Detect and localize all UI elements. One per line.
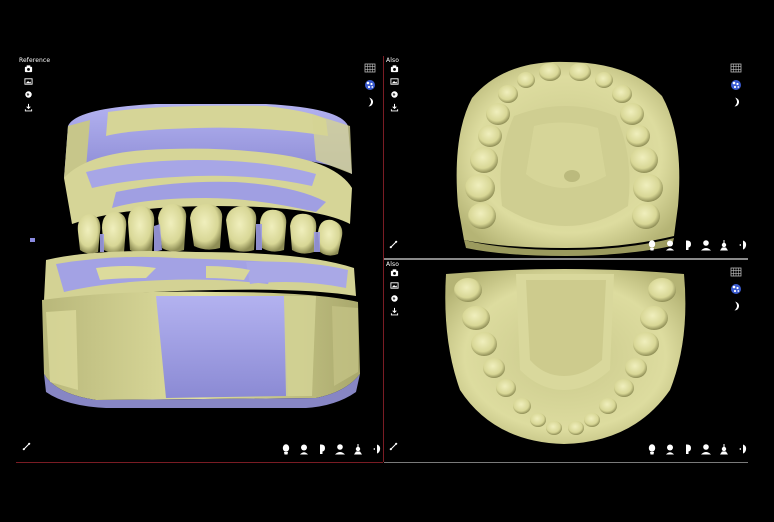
- face-bottom-view-icon[interactable]: [718, 443, 730, 455]
- image-icon[interactable]: [24, 77, 33, 86]
- grid-icon[interactable]: [730, 62, 742, 74]
- face-left-view-icon[interactable]: [298, 443, 310, 455]
- download-icon[interactable]: [390, 307, 399, 316]
- viewport-label-upper: Also: [386, 57, 399, 64]
- viewport-upper-arch[interactable]: [384, 56, 748, 258]
- face-left-view-icon[interactable]: [664, 239, 676, 251]
- globe-icon[interactable]: [390, 90, 399, 99]
- left-toolbar-main: [24, 64, 33, 112]
- face-bottom-view-icon[interactable]: [718, 239, 730, 251]
- viewport-lower-arch[interactable]: [384, 260, 748, 462]
- viewport-label-reference: Reference: [19, 57, 51, 64]
- download-icon[interactable]: [24, 103, 33, 112]
- face-front-view-icon[interactable]: [646, 443, 658, 455]
- view-bar-main: [280, 443, 382, 455]
- face-bottom-view-icon[interactable]: [352, 443, 364, 455]
- right-toolbar-upper: [730, 62, 742, 108]
- face-side-view-icon[interactable]: [370, 443, 382, 455]
- texture-icon[interactable]: [364, 79, 376, 91]
- face-back-view-icon[interactable]: [334, 443, 346, 455]
- image-icon[interactable]: [390, 77, 399, 86]
- right-toolbar-lower: [730, 266, 742, 312]
- camera-icon[interactable]: [390, 64, 399, 73]
- viewport-border-main-bottom: [16, 462, 383, 463]
- face-front-view-icon[interactable]: [280, 443, 292, 455]
- face-right-view-icon[interactable]: [316, 443, 328, 455]
- globe-icon[interactable]: [390, 294, 399, 303]
- face-right-view-icon[interactable]: [682, 443, 694, 455]
- left-toolbar-lower: [390, 268, 399, 316]
- dental-model-upper-arch[interactable]: [384, 56, 748, 258]
- face-right-view-icon[interactable]: [682, 239, 694, 251]
- viewport-label-lower: Also: [386, 261, 399, 268]
- jaw-icon[interactable]: [730, 96, 742, 108]
- grid-icon[interactable]: [730, 266, 742, 278]
- measure-tool-icon[interactable]: [389, 240, 398, 249]
- face-side-view-icon[interactable]: [736, 239, 748, 251]
- view-bar-upper: [646, 239, 748, 251]
- globe-icon[interactable]: [24, 90, 33, 99]
- right-toolbar-main: [364, 62, 376, 108]
- jaw-icon[interactable]: [364, 96, 376, 108]
- viewport-border-lower-bottom: [384, 462, 748, 463]
- camera-icon[interactable]: [390, 268, 399, 277]
- measure-tool-icon[interactable]: [389, 442, 398, 451]
- download-icon[interactable]: [390, 103, 399, 112]
- viewport-reference[interactable]: [16, 56, 382, 462]
- viewport-divider-horizontal: [384, 258, 748, 260]
- face-back-view-icon[interactable]: [700, 239, 712, 251]
- dental-model-front-view[interactable]: [16, 56, 382, 462]
- face-front-view-icon[interactable]: [646, 239, 658, 251]
- face-back-view-icon[interactable]: [700, 443, 712, 455]
- view-bar-lower: [646, 443, 748, 455]
- image-icon[interactable]: [390, 281, 399, 290]
- grid-icon[interactable]: [364, 62, 376, 74]
- jaw-icon[interactable]: [730, 300, 742, 312]
- face-left-view-icon[interactable]: [664, 443, 676, 455]
- measure-tool-icon[interactable]: [22, 442, 31, 451]
- face-side-view-icon[interactable]: [736, 443, 748, 455]
- texture-icon[interactable]: [730, 79, 742, 91]
- dental-model-lower-arch[interactable]: [384, 260, 748, 462]
- camera-icon[interactable]: [24, 64, 33, 73]
- scene-marker-icon: [30, 238, 35, 242]
- left-toolbar-upper: [390, 64, 399, 112]
- texture-icon[interactable]: [730, 283, 742, 295]
